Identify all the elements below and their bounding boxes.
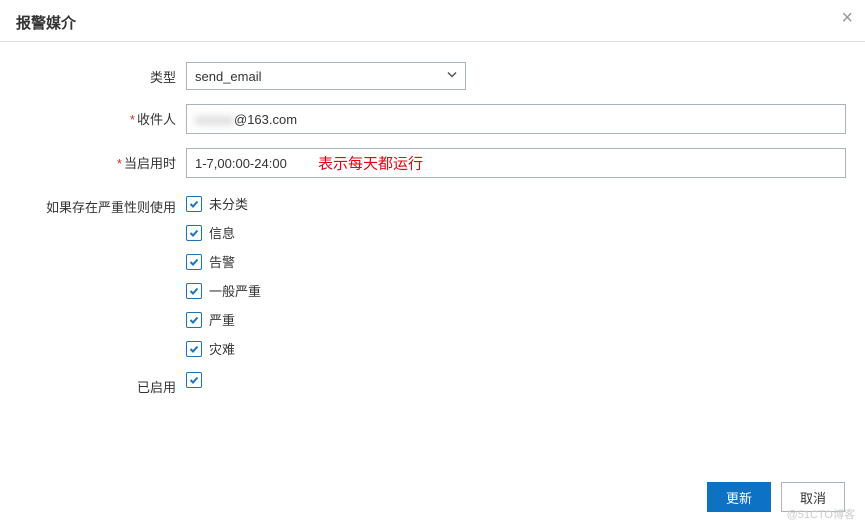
recipient-input[interactable]: xxxxxx@163.com	[186, 104, 846, 134]
label-severity: 如果存在严重性则使用	[16, 192, 186, 216]
label-enabled: 已启用	[16, 372, 186, 396]
type-select-input[interactable]	[186, 62, 466, 90]
checkbox-label: 灾难	[209, 339, 235, 358]
severity-option-0: 未分类	[186, 194, 849, 213]
checkbox-label: 告警	[209, 252, 235, 271]
checkbox-high[interactable]	[186, 312, 202, 328]
row-enabled: 已启用	[16, 372, 849, 396]
dialog-footer: 更新 取消	[707, 482, 845, 512]
checkbox-warning[interactable]	[186, 254, 202, 270]
label-recipient: *收件人	[16, 104, 186, 128]
row-recipient: *收件人 xxxxxx@163.com	[16, 104, 849, 134]
checkbox-label: 严重	[209, 310, 235, 329]
label-when-enabled: *当启用时	[16, 148, 186, 172]
severity-option-5: 灾难	[186, 339, 849, 358]
type-select[interactable]	[186, 62, 466, 90]
row-type: 类型	[16, 62, 849, 90]
checkbox-enabled[interactable]	[186, 372, 202, 388]
severity-checkbox-list: 未分类 信息 告警 一般严重 严重	[186, 192, 849, 358]
checkbox-average[interactable]	[186, 283, 202, 299]
severity-option-3: 一般严重	[186, 281, 849, 300]
checkbox-info[interactable]	[186, 225, 202, 241]
cancel-button[interactable]: 取消	[781, 482, 845, 512]
dialog-header: 报警媒介 ×	[0, 0, 865, 42]
when-enabled-input[interactable]	[186, 148, 846, 178]
severity-option-4: 严重	[186, 310, 849, 329]
close-icon[interactable]: ×	[841, 8, 853, 28]
checkbox-label: 一般严重	[209, 281, 261, 300]
checkbox-unclassified[interactable]	[186, 196, 202, 212]
update-button[interactable]: 更新	[707, 482, 771, 512]
severity-option-2: 告警	[186, 252, 849, 271]
row-when-enabled: *当启用时 表示每天都运行	[16, 148, 849, 178]
form-body: 类型 *收件人 xxxxxx@163.com *当启用时 表示每天都运行	[0, 42, 865, 418]
checkbox-label: 信息	[209, 223, 235, 242]
dialog-title: 报警媒介	[16, 12, 849, 33]
row-severity: 如果存在严重性则使用 未分类 信息 告警 一般严重	[16, 192, 849, 358]
checkbox-disaster[interactable]	[186, 341, 202, 357]
label-type: 类型	[16, 62, 186, 86]
checkbox-label: 未分类	[209, 194, 248, 213]
severity-option-1: 信息	[186, 223, 849, 242]
